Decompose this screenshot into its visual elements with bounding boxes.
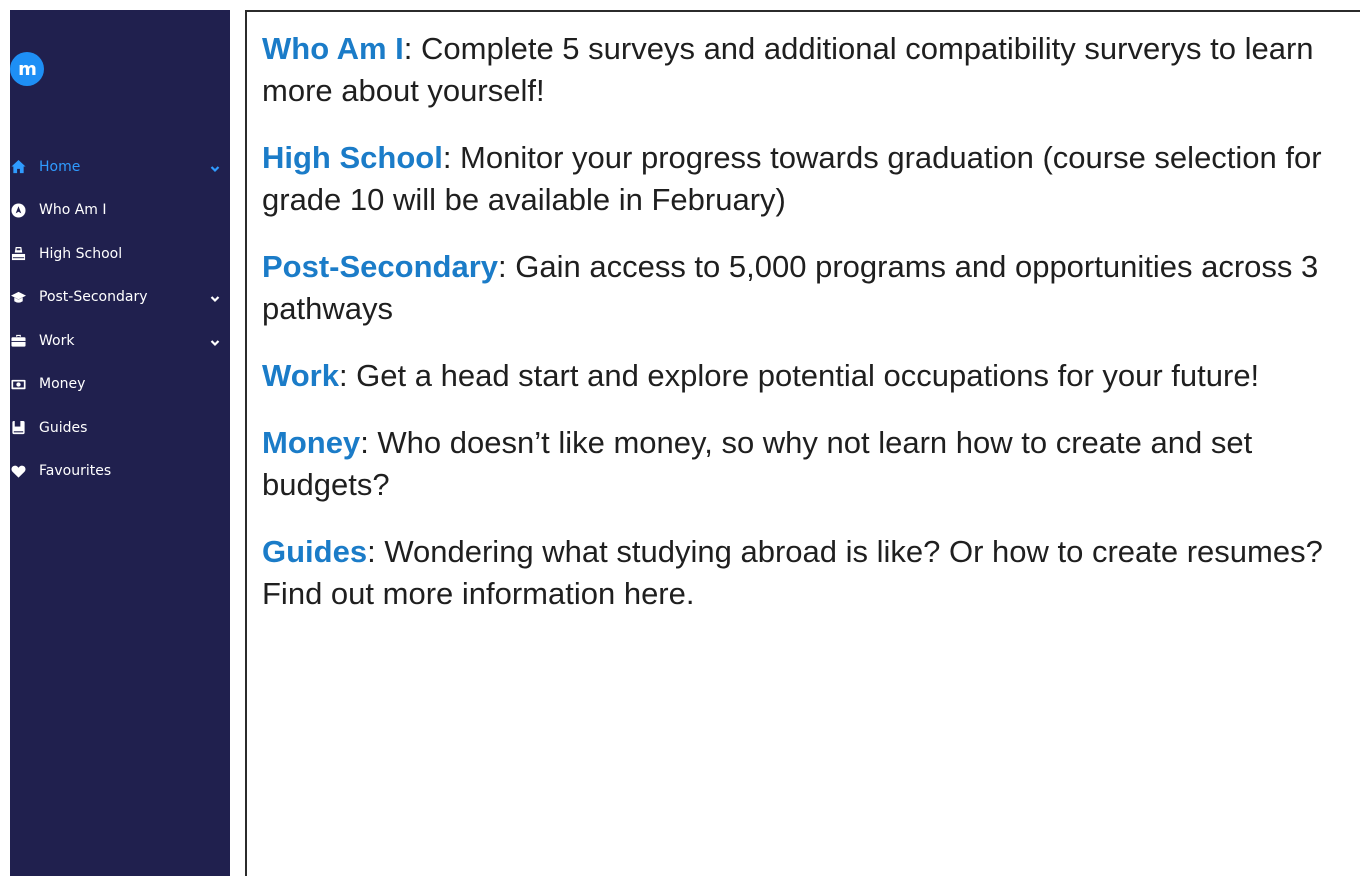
section-term: Guides xyxy=(262,534,368,569)
briefcase-icon xyxy=(10,333,26,349)
sidebar-item-money[interactable]: Money xyxy=(10,363,230,407)
section-who-am-i: Who Am I: Complete 5 surveys and additio… xyxy=(262,28,1352,112)
home-icon xyxy=(10,159,26,175)
section-term: Work xyxy=(262,358,339,393)
section-work: Work: Get a head start and explore poten… xyxy=(262,355,1352,397)
chevron-down-icon[interactable] xyxy=(210,162,220,172)
sidebar-item-who-am-i[interactable]: Who Am I xyxy=(10,189,230,233)
book-icon xyxy=(10,420,26,436)
sidebar-item-label: Work xyxy=(39,332,75,349)
section-description: : Get a head start and explore potential… xyxy=(338,358,1260,393)
sidebar: m Home Who Am I High School Post-Seconda… xyxy=(10,10,230,876)
money-bill-icon xyxy=(10,376,26,392)
sidebar-item-high-school[interactable]: High School xyxy=(10,232,230,276)
section-term: Who Am I xyxy=(262,31,404,66)
section-high-school: High School: Monitor your progress towar… xyxy=(262,137,1352,221)
section-term: Post-Secondary xyxy=(262,249,499,284)
sidebar-nav: Home Who Am I High School Post-Secondary xyxy=(10,145,230,493)
left-gutter xyxy=(0,0,10,876)
section-term: Money xyxy=(262,425,361,460)
section-description: : Who doesn’t like money, so why not lea… xyxy=(262,425,1253,502)
sidebar-item-label: High School xyxy=(39,245,123,262)
school-icon xyxy=(10,246,26,262)
sidebar-item-label: Home xyxy=(39,158,81,175)
sidebar-item-guides[interactable]: Guides xyxy=(10,406,230,450)
section-description: : Wondering what studying abroad is like… xyxy=(262,534,1323,611)
sidebar-item-post-secondary[interactable]: Post-Secondary xyxy=(10,276,230,320)
graduation-cap-icon xyxy=(10,289,26,305)
section-post-secondary: Post-Secondary: Gain access to 5,000 pro… xyxy=(262,246,1352,330)
sidebar-item-favourites[interactable]: Favourites xyxy=(10,450,230,494)
section-description: : Complete 5 surveys and additional comp… xyxy=(262,31,1314,108)
compass-icon xyxy=(10,202,26,218)
chevron-down-icon[interactable] xyxy=(210,336,220,346)
heart-icon xyxy=(10,463,26,479)
section-term: High School xyxy=(262,140,443,175)
sidebar-item-label: Guides xyxy=(39,419,88,436)
app-logo[interactable]: m xyxy=(10,52,44,86)
section-guides: Guides: Wondering what studying abroad i… xyxy=(262,531,1352,615)
chevron-down-icon[interactable] xyxy=(210,292,220,303)
sidebar-item-work[interactable]: Work xyxy=(10,319,230,363)
section-money: Money: Who doesn’t like money, so why no… xyxy=(262,422,1352,506)
sidebar-item-label: Who Am I xyxy=(39,202,107,219)
sidebar-item-label: Post-Secondary xyxy=(39,289,148,306)
sidebar-item-label: Favourites xyxy=(39,463,112,480)
content-panel: Who Am I: Complete 5 surveys and additio… xyxy=(245,10,1360,876)
sidebar-item-home[interactable]: Home xyxy=(10,145,230,189)
sidebar-item-label: Money xyxy=(39,376,86,393)
